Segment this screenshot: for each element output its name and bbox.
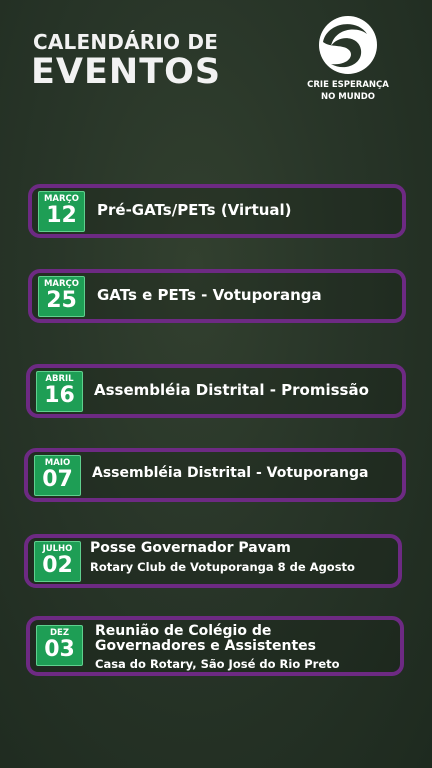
event-card[interactable]: MARÇO 25 GATs e PETs - Votuporanga: [28, 269, 406, 323]
event-card[interactable]: MARÇO 12 Pré-GATs/PETs (Virtual): [28, 184, 406, 238]
logo-text-line-2: NO MUNDO: [320, 92, 376, 102]
event-day: 02: [42, 553, 73, 578]
event-title: Assembléia Distrital - Promissão: [94, 381, 369, 399]
crie-esperanca-icon: [319, 16, 377, 74]
event-card[interactable]: MAIO 07 Assembléia Distrital - Votuporan…: [24, 448, 406, 502]
event-day: 16: [44, 383, 75, 408]
logo: CRIE ESPERANÇA NO MUNDO: [300, 12, 396, 102]
date-badge: JULHO 02: [34, 541, 81, 582]
title-line-1: CALENDÁRIO DE: [33, 30, 219, 54]
event-card[interactable]: DEZ 03 Reunião de Colégio de Governadore…: [26, 616, 404, 676]
event-day: 12: [46, 203, 77, 228]
event-day: 03: [44, 637, 75, 662]
event-day: 07: [42, 467, 73, 492]
event-title: Pré-GATs/PETs (Virtual): [97, 201, 292, 219]
date-badge: MAIO 07: [34, 455, 81, 496]
event-day: 25: [46, 288, 77, 313]
logo-text-line-1: CRIE ESPERANÇA: [307, 80, 389, 90]
title-line-2: EVENTOS: [31, 52, 222, 92]
event-title: Posse Governador Pavam: [90, 540, 291, 556]
date-badge: ABRIL 16: [36, 371, 83, 412]
event-title: Assembléia Distrital - Votuporanga: [92, 465, 369, 481]
event-subtitle: Rotary Club de Votuporanga 8 de Agosto: [90, 560, 355, 574]
event-title: Reunião de Colégio de Governadores e Ass…: [95, 623, 316, 654]
date-badge: DEZ 03: [36, 625, 83, 666]
date-badge: MARÇO 25: [38, 276, 85, 317]
date-badge: MARÇO 12: [38, 191, 85, 232]
event-subtitle: Casa do Rotary, São José do Rio Preto: [95, 657, 340, 671]
event-title: GATs e PETs - Votuporanga: [97, 286, 322, 304]
event-card[interactable]: ABRIL 16 Assembléia Distrital - Promissã…: [26, 364, 406, 418]
event-card[interactable]: JULHO 02 Posse Governador Pavam Rotary C…: [24, 534, 402, 588]
